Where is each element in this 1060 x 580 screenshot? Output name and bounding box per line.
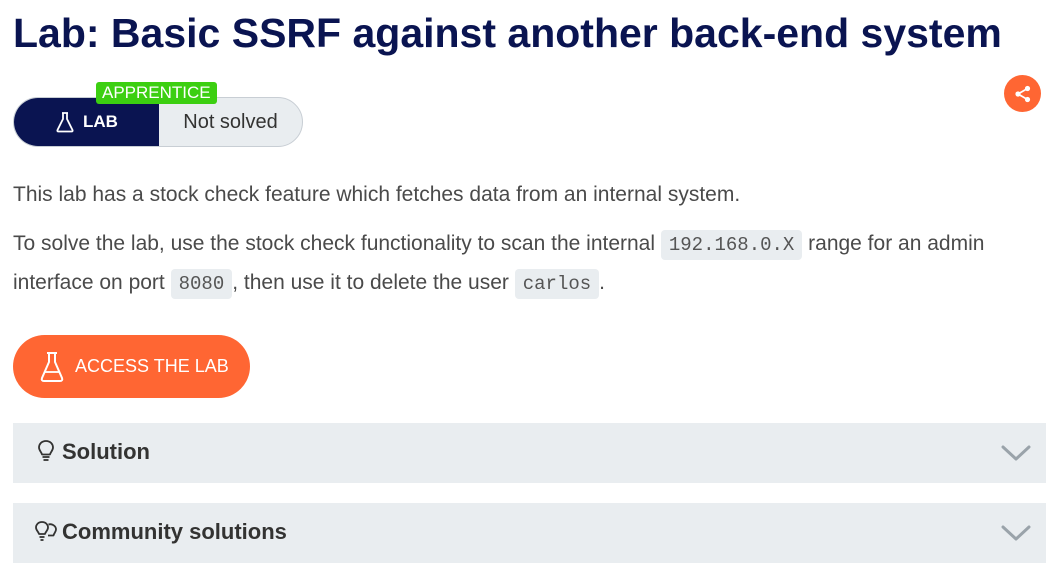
chevron-down-icon [1001, 445, 1031, 461]
chevron-down-icon [1001, 525, 1031, 541]
port-code: 8080 [170, 269, 233, 299]
flask-icon [40, 351, 64, 382]
lab-tag-label: LAB [83, 112, 118, 131]
username-code: carlos [514, 269, 600, 299]
lab-status: Not solved [183, 110, 278, 133]
access-lab-label: ACCESS THE LAB [75, 356, 229, 376]
instructions-text: , then use it to delete the user [232, 271, 509, 294]
level-badge: APPRENTICE [96, 82, 217, 104]
flask-icon [56, 112, 74, 133]
lab-description: This lab has a stock check feature which… [13, 183, 741, 206]
access-lab-button[interactable]: ACCESS THE LAB [13, 335, 250, 398]
share-icon [1014, 85, 1030, 102]
lab-tag: LAB [14, 98, 159, 146]
community-solutions-label: Community solutions [62, 519, 287, 544]
page-title: Lab: Basic SSRF against another back-end… [13, 10, 1002, 56]
lab-status-pill: LAB Not solved [13, 97, 303, 147]
ip-range-code: 192.168.0.X [660, 230, 803, 260]
lightbulb-icon [38, 440, 54, 461]
solution-accordion[interactable]: Solution [13, 423, 1046, 483]
community-solutions-accordion[interactable]: Community solutions [13, 503, 1046, 563]
lab-status-widget: LAB Not solved APPRENTICE [13, 82, 303, 147]
lab-instructions: To solve the lab, use the stock check fu… [13, 225, 1043, 303]
solution-label: Solution [62, 439, 150, 464]
instructions-text: To solve the lab, use the stock check fu… [13, 232, 656, 255]
share-button[interactable] [1004, 75, 1041, 112]
lightbulbs-icon [35, 521, 57, 541]
instructions-text: . [599, 271, 606, 294]
